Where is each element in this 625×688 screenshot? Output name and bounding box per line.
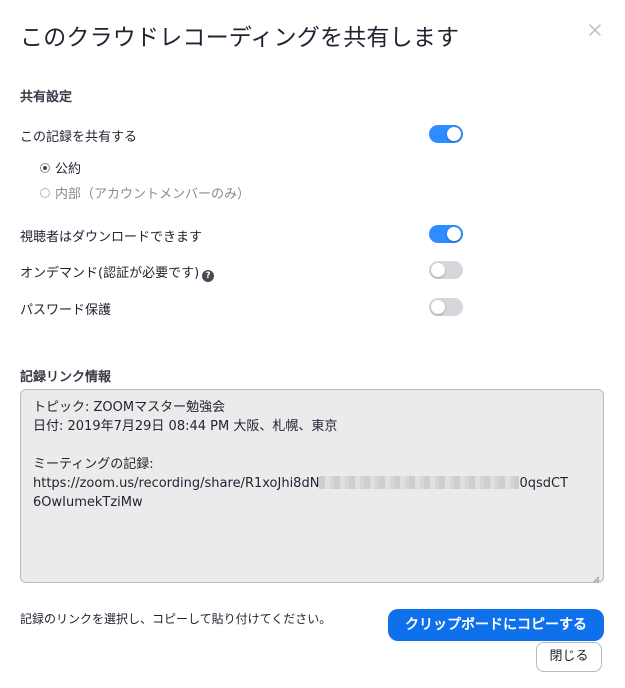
- toggle-knob: [447, 227, 461, 241]
- resize-grip-icon[interactable]: [592, 571, 600, 582]
- share-record-toggle[interactable]: [429, 125, 463, 143]
- close-icon[interactable]: [587, 22, 603, 38]
- radio-button-internal[interactable]: [40, 187, 50, 198]
- toggle-knob: [431, 263, 445, 277]
- close-button[interactable]: 閉じる: [536, 642, 602, 672]
- redacted-url: [319, 476, 520, 489]
- password-label: パスワード保護: [20, 303, 112, 318]
- on-demand-label: オンデマンド(認証が必要です): [20, 266, 200, 281]
- record-link-heading: 記録リンク情報: [20, 370, 112, 385]
- date-line: 日付: 2019年7月29日 08:44 PM 大阪、札幌、東京: [33, 419, 338, 434]
- url-start: https://zoom.us/recording/share/R1xoJhi8…: [33, 476, 320, 491]
- url-line-2: 6OwIumekTziMw: [33, 495, 143, 510]
- record-link-textarea[interactable]: トピック: ZOOMマスター勉強会 日付: 2019年7月29日 08:44 P…: [20, 389, 604, 583]
- on-demand-row: オンデマンド(認証が必要です)?: [20, 262, 215, 282]
- topic-line: トピック: ZOOMマスター勉強会: [33, 400, 226, 415]
- radio-public[interactable]: 公約: [40, 158, 81, 177]
- copy-hint-text: 記録のリンクを選択し、コピーして貼り付けてください。: [20, 612, 332, 626]
- copy-to-clipboard-button[interactable]: クリップボードにコピーする: [388, 609, 604, 641]
- radio-internal-label: 内部（アカウントメンバーのみ）: [55, 187, 251, 202]
- radio-button-public[interactable]: [40, 162, 50, 173]
- radio-public-label: 公約: [55, 162, 82, 177]
- url-end: 0qsdCT: [519, 476, 569, 491]
- password-toggle[interactable]: [429, 298, 463, 316]
- share-settings-heading: 共有設定: [20, 90, 73, 105]
- share-recording-dialog: このクラウドレコーディングを共有します 共有設定 この記録を共有する 公約 内部…: [0, 0, 625, 688]
- toggle-knob: [431, 300, 445, 314]
- viewer-download-label: 視聴者はダウンロードできます: [20, 230, 203, 245]
- viewer-download-toggle[interactable]: [429, 225, 463, 243]
- on-demand-toggle[interactable]: [429, 261, 463, 279]
- dialog-title: このクラウドレコーディングを共有します: [20, 25, 460, 51]
- share-record-label: この記録を共有する: [20, 130, 138, 145]
- help-icon[interactable]: ?: [202, 270, 215, 282]
- meeting-record-label: ミーティングの記録:: [33, 457, 154, 472]
- url-line: https://zoom.us/recording/share/R1xoJhi8…: [33, 474, 591, 493]
- toggle-knob: [447, 127, 461, 141]
- radio-internal[interactable]: 内部（アカウントメンバーのみ）: [40, 183, 250, 202]
